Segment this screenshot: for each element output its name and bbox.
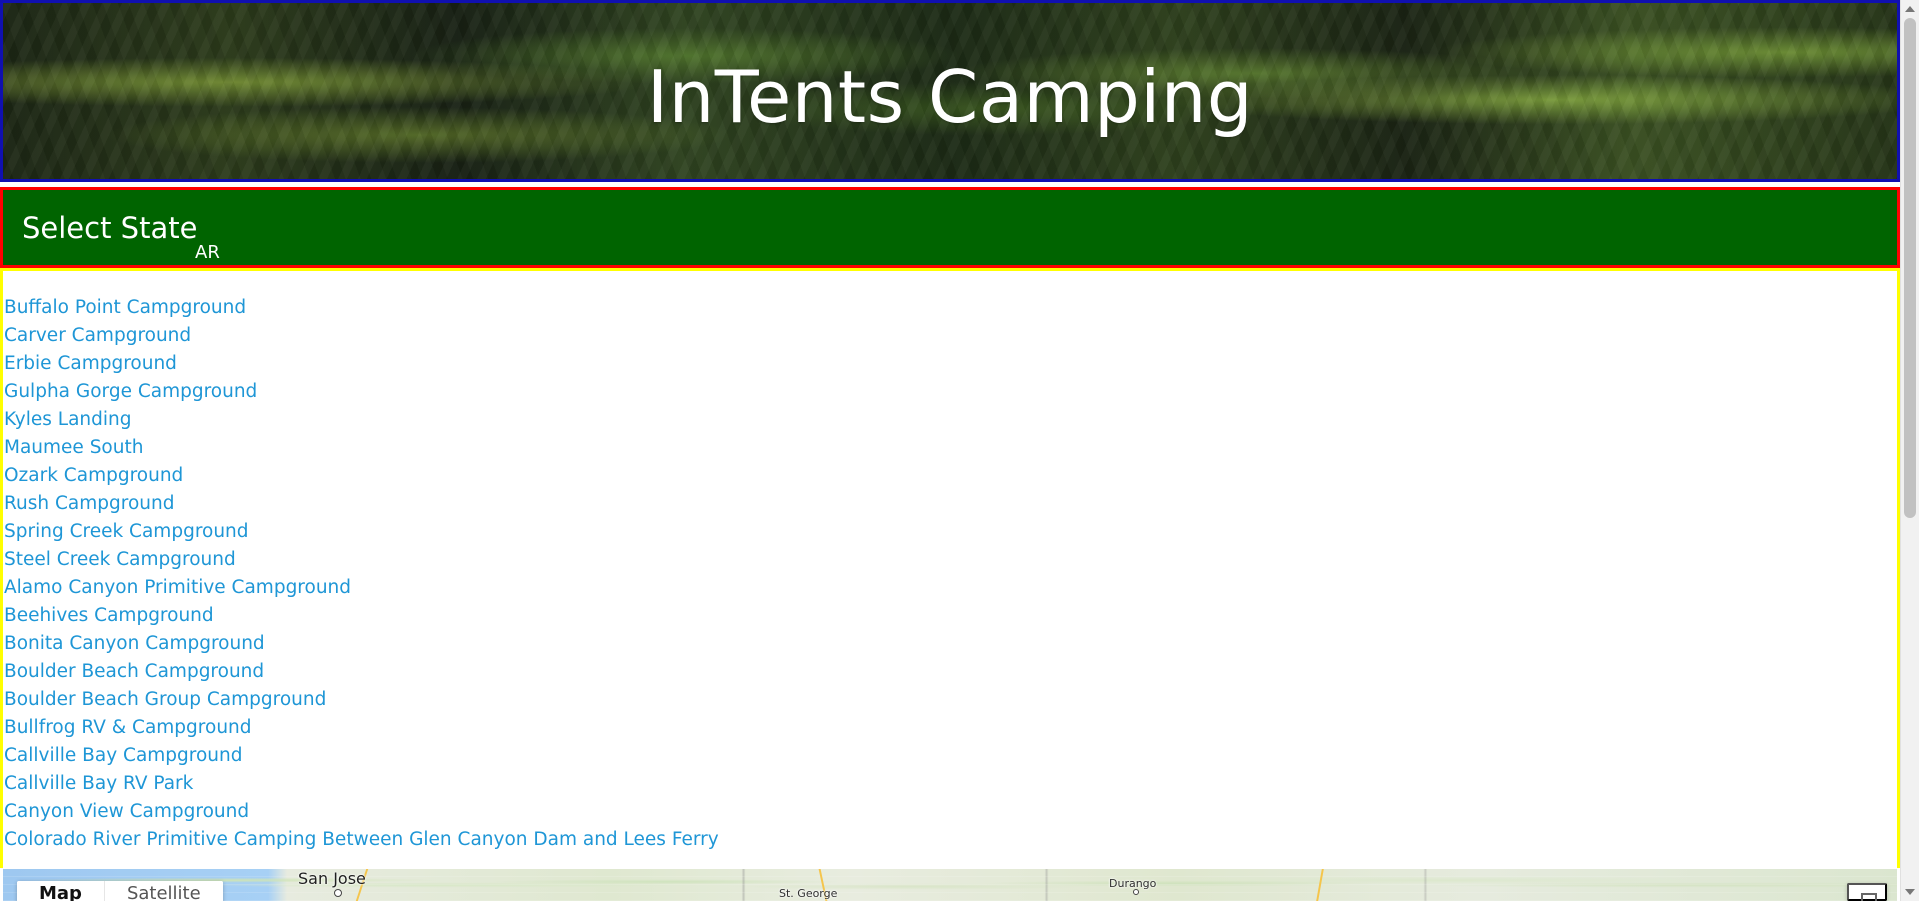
- list-item: Boulder Beach Group Campground: [4, 686, 719, 714]
- campground-link-8[interactable]: Rush Campground: [4, 493, 174, 514]
- scroll-up-icon[interactable]: [1905, 6, 1915, 12]
- map-type-satellite-button[interactable]: Satellite: [103, 881, 223, 901]
- campground-link-3[interactable]: Erbie Campground: [4, 353, 177, 374]
- scroll-down-icon[interactable]: [1905, 889, 1915, 895]
- list-item: Canyon View Campground: [4, 798, 719, 826]
- map-road: [1316, 869, 1324, 901]
- campground-link-17[interactable]: Callville Bay Campground: [4, 745, 243, 766]
- list-item: Steel Creek Campground: [4, 546, 719, 574]
- campground-link-16[interactable]: Bullfrog RV & Campground: [4, 717, 252, 738]
- list-item: Erbie Campground: [4, 350, 719, 378]
- list-item: Rush Campground: [4, 490, 719, 518]
- campground-link-1[interactable]: Buffalo Point Campground: [4, 297, 246, 318]
- campground-link-20[interactable]: Colorado River Primitive Camping Between…: [4, 829, 719, 850]
- list-item: Gulpha Gorge Campground: [4, 378, 719, 406]
- campground-link-14[interactable]: Boulder Beach Campground: [4, 661, 264, 682]
- fullscreen-icon: [1861, 893, 1877, 901]
- campground-link-15[interactable]: Boulder Beach Group Campground: [4, 689, 326, 710]
- list-item: Bonita Canyon Campground: [4, 630, 719, 658]
- page: InTents Camping Select State AR Buffalo …: [0, 0, 1919, 901]
- list-item: Carver Campground: [4, 322, 719, 350]
- state-selector-bar: Select State AR: [0, 187, 1900, 268]
- campground-list-panel: Buffalo Point Campground Carver Campgrou…: [0, 268, 1900, 868]
- map-city-marker: [1133, 889, 1139, 895]
- list-item: Callville Bay Campground: [4, 742, 719, 770]
- campground-link-4[interactable]: Gulpha Gorge Campground: [4, 381, 257, 402]
- list-item: Callville Bay RV Park: [4, 770, 719, 798]
- list-item: Maumee South: [4, 434, 719, 462]
- map-city-marker: [334, 889, 342, 897]
- fullscreen-button[interactable]: [1847, 883, 1887, 901]
- map-type-map-button[interactable]: Map: [17, 881, 104, 901]
- map-city-label-st-george: St. George: [779, 887, 838, 900]
- campground-list: Buffalo Point Campground Carver Campgrou…: [4, 294, 719, 854]
- campground-link-12[interactable]: Beehives Campground: [4, 605, 214, 626]
- list-item: Buffalo Point Campground: [4, 294, 719, 322]
- campground-link-10[interactable]: Steel Creek Campground: [4, 549, 236, 570]
- state-selector-label: Select State: [22, 211, 198, 245]
- list-item: Colorado River Primitive Camping Between…: [4, 826, 719, 854]
- map-view[interactable]: San Jose Durango St. George Map Satellit…: [3, 869, 1897, 901]
- list-item: Boulder Beach Campground: [4, 658, 719, 686]
- site-header: InTents Camping: [0, 0, 1900, 182]
- campground-link-5[interactable]: Kyles Landing: [4, 409, 132, 430]
- campground-link-19[interactable]: Canyon View Campground: [4, 801, 249, 822]
- campground-link-18[interactable]: Callville Bay RV Park: [4, 773, 193, 794]
- campground-link-9[interactable]: Spring Creek Campground: [4, 521, 249, 542]
- campground-link-6[interactable]: Maumee South: [4, 437, 143, 458]
- vertical-scrollbar[interactable]: [1900, 0, 1919, 901]
- list-item: Ozark Campground: [4, 462, 719, 490]
- campground-link-11[interactable]: Alamo Canyon Primitive Campground: [4, 577, 351, 598]
- scrollbar-thumb[interactable]: [1904, 18, 1916, 518]
- map-type-control: Map Satellite: [17, 881, 223, 901]
- list-item: Kyles Landing: [4, 406, 719, 434]
- campground-link-13[interactable]: Bonita Canyon Campground: [4, 633, 265, 654]
- campground-link-7[interactable]: Ozark Campground: [4, 465, 183, 486]
- campground-link-2[interactable]: Carver Campground: [4, 325, 191, 346]
- list-item: Alamo Canyon Primitive Campground: [4, 574, 719, 602]
- list-item: Bullfrog RV & Campground: [4, 714, 719, 742]
- state-selector-value[interactable]: AR: [195, 244, 220, 262]
- site-title: InTents Camping: [646, 55, 1254, 139]
- map-city-label-durango: Durango: [1109, 877, 1157, 890]
- list-item: Beehives Campground: [4, 602, 719, 630]
- map-city-label-san-jose: San Jose: [298, 869, 366, 888]
- content-area: InTents Camping Select State AR Buffalo …: [0, 0, 1900, 901]
- list-item: Spring Creek Campground: [4, 518, 719, 546]
